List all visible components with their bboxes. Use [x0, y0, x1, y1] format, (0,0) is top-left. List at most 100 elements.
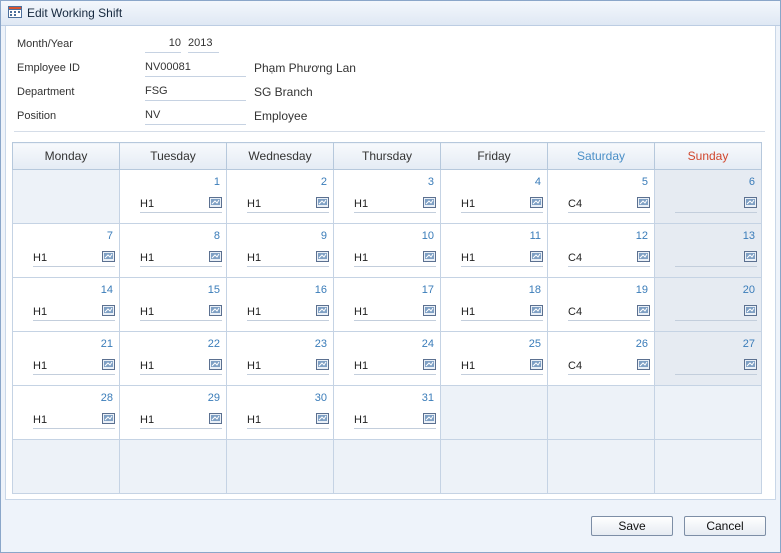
shift-picker-icon[interactable]	[423, 305, 436, 316]
shift-field[interactable]: H1	[354, 359, 436, 375]
calendar-day-cell[interactable]: 17 H1	[333, 277, 441, 332]
shift-field[interactable]: H1	[247, 305, 329, 321]
shift-field[interactable]: H1	[354, 413, 436, 429]
shift-field[interactable]: H1	[140, 305, 222, 321]
shift-field[interactable]: H1	[461, 251, 543, 267]
calendar-day-cell[interactable]: 4 H1	[440, 169, 548, 224]
employee-id-field[interactable]: NV00081	[145, 61, 246, 77]
shift-field[interactable]: H1	[247, 413, 329, 429]
save-button[interactable]: Save	[591, 516, 673, 536]
calendar-day-cell[interactable]: 18 H1	[440, 277, 548, 332]
shift-picker-icon[interactable]	[209, 197, 222, 208]
calendar-day-cell[interactable]: 7 H1	[12, 223, 120, 278]
shift-field[interactable]: C4	[568, 305, 650, 321]
shift-field[interactable]: C4	[568, 359, 650, 375]
shift-picker-icon[interactable]	[530, 251, 543, 262]
calendar-day-cell[interactable]: 19 C4	[547, 277, 655, 332]
shift-field[interactable]: H1	[140, 413, 222, 429]
shift-picker-icon[interactable]	[102, 305, 115, 316]
calendar-day-cell[interactable]: 30 H1	[226, 385, 334, 440]
shift-picker-icon[interactable]	[209, 413, 222, 424]
shift-field[interactable]	[675, 197, 757, 213]
shift-picker-icon[interactable]	[637, 305, 650, 316]
shift-picker-icon[interactable]	[102, 359, 115, 370]
shift-picker-icon[interactable]	[637, 197, 650, 208]
shift-picker-icon[interactable]	[423, 359, 436, 370]
shift-picker-icon[interactable]	[102, 251, 115, 262]
shift-picker-icon[interactable]	[744, 197, 757, 208]
shift-field[interactable]: H1	[140, 359, 222, 375]
shift-picker-icon[interactable]	[530, 305, 543, 316]
calendar-day-cell[interactable]: 24 H1	[333, 331, 441, 386]
calendar-day-cell[interactable]: 8 H1	[119, 223, 227, 278]
shift-field[interactable]: H1	[354, 197, 436, 213]
shift-field[interactable]: C4	[568, 197, 650, 213]
shift-field[interactable]: H1	[461, 305, 543, 321]
calendar-day-cell[interactable]: 11 H1	[440, 223, 548, 278]
shift-field[interactable]: H1	[247, 359, 329, 375]
cancel-button[interactable]: Cancel	[684, 516, 766, 536]
shift-picker-icon[interactable]	[423, 251, 436, 262]
calendar-day-cell[interactable]: 1 H1	[119, 169, 227, 224]
shift-field[interactable]: H1	[354, 251, 436, 267]
shift-picker-icon[interactable]	[316, 305, 329, 316]
calendar-day-cell[interactable]: 2 H1	[226, 169, 334, 224]
calendar-day-cell[interactable]: 10 H1	[333, 223, 441, 278]
shift-picker-icon[interactable]	[744, 251, 757, 262]
calendar-day-cell[interactable]: 22 H1	[119, 331, 227, 386]
department-field[interactable]: FSG	[145, 85, 246, 101]
shift-picker-icon[interactable]	[102, 413, 115, 424]
shift-field[interactable]: H1	[247, 251, 329, 267]
calendar-day-cell[interactable]: 16 H1	[226, 277, 334, 332]
calendar-day-cell[interactable]: 27	[654, 331, 762, 386]
shift-field[interactable]: H1	[33, 359, 115, 375]
shift-picker-icon[interactable]	[744, 305, 757, 316]
calendar-day-cell[interactable]: 29 H1	[119, 385, 227, 440]
calendar-day-cell[interactable]: 14 H1	[12, 277, 120, 332]
shift-picker-icon[interactable]	[316, 413, 329, 424]
shift-picker-icon[interactable]	[530, 197, 543, 208]
shift-field[interactable]	[675, 305, 757, 321]
calendar-day-cell[interactable]: 9 H1	[226, 223, 334, 278]
shift-field[interactable]: H1	[33, 251, 115, 267]
shift-field[interactable]: H1	[140, 251, 222, 267]
calendar-day-cell[interactable]: 31 H1	[333, 385, 441, 440]
shift-field[interactable]	[675, 359, 757, 375]
calendar-day-cell[interactable]: 23 H1	[226, 331, 334, 386]
shift-picker-icon[interactable]	[316, 197, 329, 208]
shift-field[interactable]: H1	[140, 197, 222, 213]
shift-field[interactable]	[675, 251, 757, 267]
shift-field[interactable]: H1	[33, 413, 115, 429]
shift-picker-icon[interactable]	[316, 359, 329, 370]
shift-field[interactable]: C4	[568, 251, 650, 267]
calendar-day-cell[interactable]: 5 C4	[547, 169, 655, 224]
calendar-day-cell[interactable]: 12 C4	[547, 223, 655, 278]
shift-picker-icon[interactable]	[423, 413, 436, 424]
calendar-day-cell[interactable]: 21 H1	[12, 331, 120, 386]
shift-picker-icon[interactable]	[209, 251, 222, 262]
position-field[interactable]: NV	[145, 109, 246, 125]
shift-picker-icon[interactable]	[209, 305, 222, 316]
calendar-day-cell[interactable]: 28 H1	[12, 385, 120, 440]
calendar-day-cell[interactable]: 26 C4	[547, 331, 655, 386]
shift-picker-icon[interactable]	[316, 251, 329, 262]
calendar-day-cell[interactable]: 13	[654, 223, 762, 278]
calendar-day-cell[interactable]: 20	[654, 277, 762, 332]
shift-field[interactable]: H1	[247, 197, 329, 213]
shift-picker-icon[interactable]	[209, 359, 222, 370]
shift-picker-icon[interactable]	[637, 251, 650, 262]
calendar-day-cell[interactable]: 25 H1	[440, 331, 548, 386]
shift-field[interactable]: H1	[33, 305, 115, 321]
shift-picker-icon[interactable]	[637, 359, 650, 370]
shift-picker-icon[interactable]	[423, 197, 436, 208]
shift-field[interactable]: H1	[461, 197, 543, 213]
year-field[interactable]: 2013	[188, 37, 219, 53]
calendar-day-cell[interactable]: 6	[654, 169, 762, 224]
shift-picker-icon[interactable]	[744, 359, 757, 370]
shift-field[interactable]: H1	[461, 359, 543, 375]
shift-picker-icon[interactable]	[530, 359, 543, 370]
calendar-day-cell[interactable]: 15 H1	[119, 277, 227, 332]
month-field[interactable]: 10	[145, 37, 181, 53]
shift-field[interactable]: H1	[354, 305, 436, 321]
calendar-day-cell[interactable]: 3 H1	[333, 169, 441, 224]
